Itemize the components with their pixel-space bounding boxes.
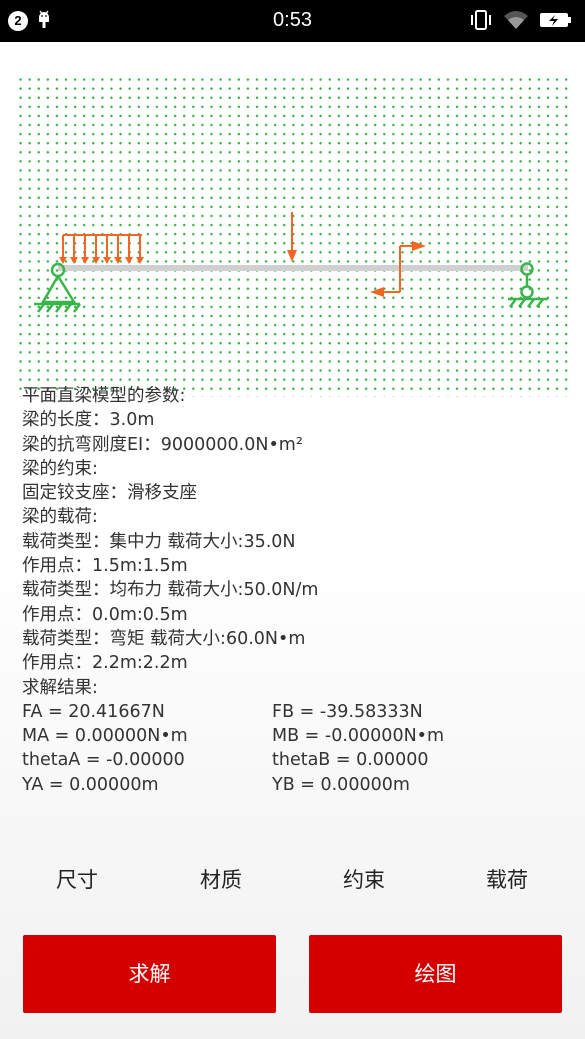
status-bar: 2 0:53 [0,0,585,42]
load-type: 载荷类型：弯矩 载荷大小:60.0N•m [22,628,306,649]
solve-button[interactable]: 求解 [23,935,276,1013]
result-left: FA = 20.41667N [22,701,165,722]
beam-parameters-panel: 平面直梁模型的参数: 梁的长度：3.0m 梁的抗弯刚度EI：9000000.0N… [22,384,572,797]
constraint-value: 固定铰支座：滑移支座 [22,483,197,504]
beam [58,265,528,271]
pin-support-icon [34,262,81,313]
distributed-load-icon [59,234,144,264]
tab-constraint[interactable]: 约束 [309,864,419,894]
result-right: MB = -0.00000N•m [272,726,445,747]
result-row: thetaA = -0.00000 thetaB = 0.00000 [22,748,572,772]
draw-button[interactable]: 绘图 [309,935,562,1013]
load-type: 载荷类型：均布力 载荷大小:50.0N/m [22,580,319,601]
load-point: 作用点：1.5m:1.5m [22,556,188,577]
result-row: MA = 0.00000N•m MB = -0.00000N•m [22,724,572,748]
vibrate-icon [471,10,491,30]
point-load-arrow-icon [287,212,297,262]
params-heading: 平面直梁模型的参数: [22,386,186,406]
load-point: 作用点：2.2m:2.2m [22,653,188,674]
load-point: 作用点：0.0m:0.5m [22,604,188,625]
beam-canvas[interactable] [14,72,570,397]
result-right: FB = -39.58333N [272,701,423,722]
constraint-heading: 梁的约束: [22,458,98,479]
settings-tabs: 尺寸 材质 约束 载荷 [0,864,585,900]
tab-material[interactable]: 材质 [166,864,276,894]
wifi-icon [504,11,528,29]
beam-stiffness: 梁的抗弯刚度EI：9000000.0N•m² [22,434,303,455]
result-row: FA = 20.41667N FB = -39.58333N [22,700,572,724]
battery-charging-icon [540,13,571,27]
result-left: MA = 0.00000N•m [22,726,188,747]
load-type: 载荷类型：集中力 载荷大小:35.0N [22,531,296,552]
beam-diagram [34,212,548,313]
tab-load[interactable]: 载荷 [452,864,562,894]
main-content: 平面直梁模型的参数: 梁的长度：3.0m 梁的抗弯刚度EI：9000000.0N… [0,42,585,1039]
results-heading: 求解结果: [22,677,98,698]
tab-size[interactable]: 尺寸 [22,864,132,894]
loads-heading: 梁的载荷: [22,507,98,528]
result-left: thetaA = -0.00000 [22,750,185,771]
beam-length: 梁的长度：3.0m [22,410,155,431]
result-row: YA = 0.00000m YB = 0.00000m [22,773,572,797]
result-left: YA = 0.00000m [22,774,159,795]
result-right: thetaB = 0.00000 [272,750,429,771]
result-right: YB = 0.00000m [272,774,410,795]
